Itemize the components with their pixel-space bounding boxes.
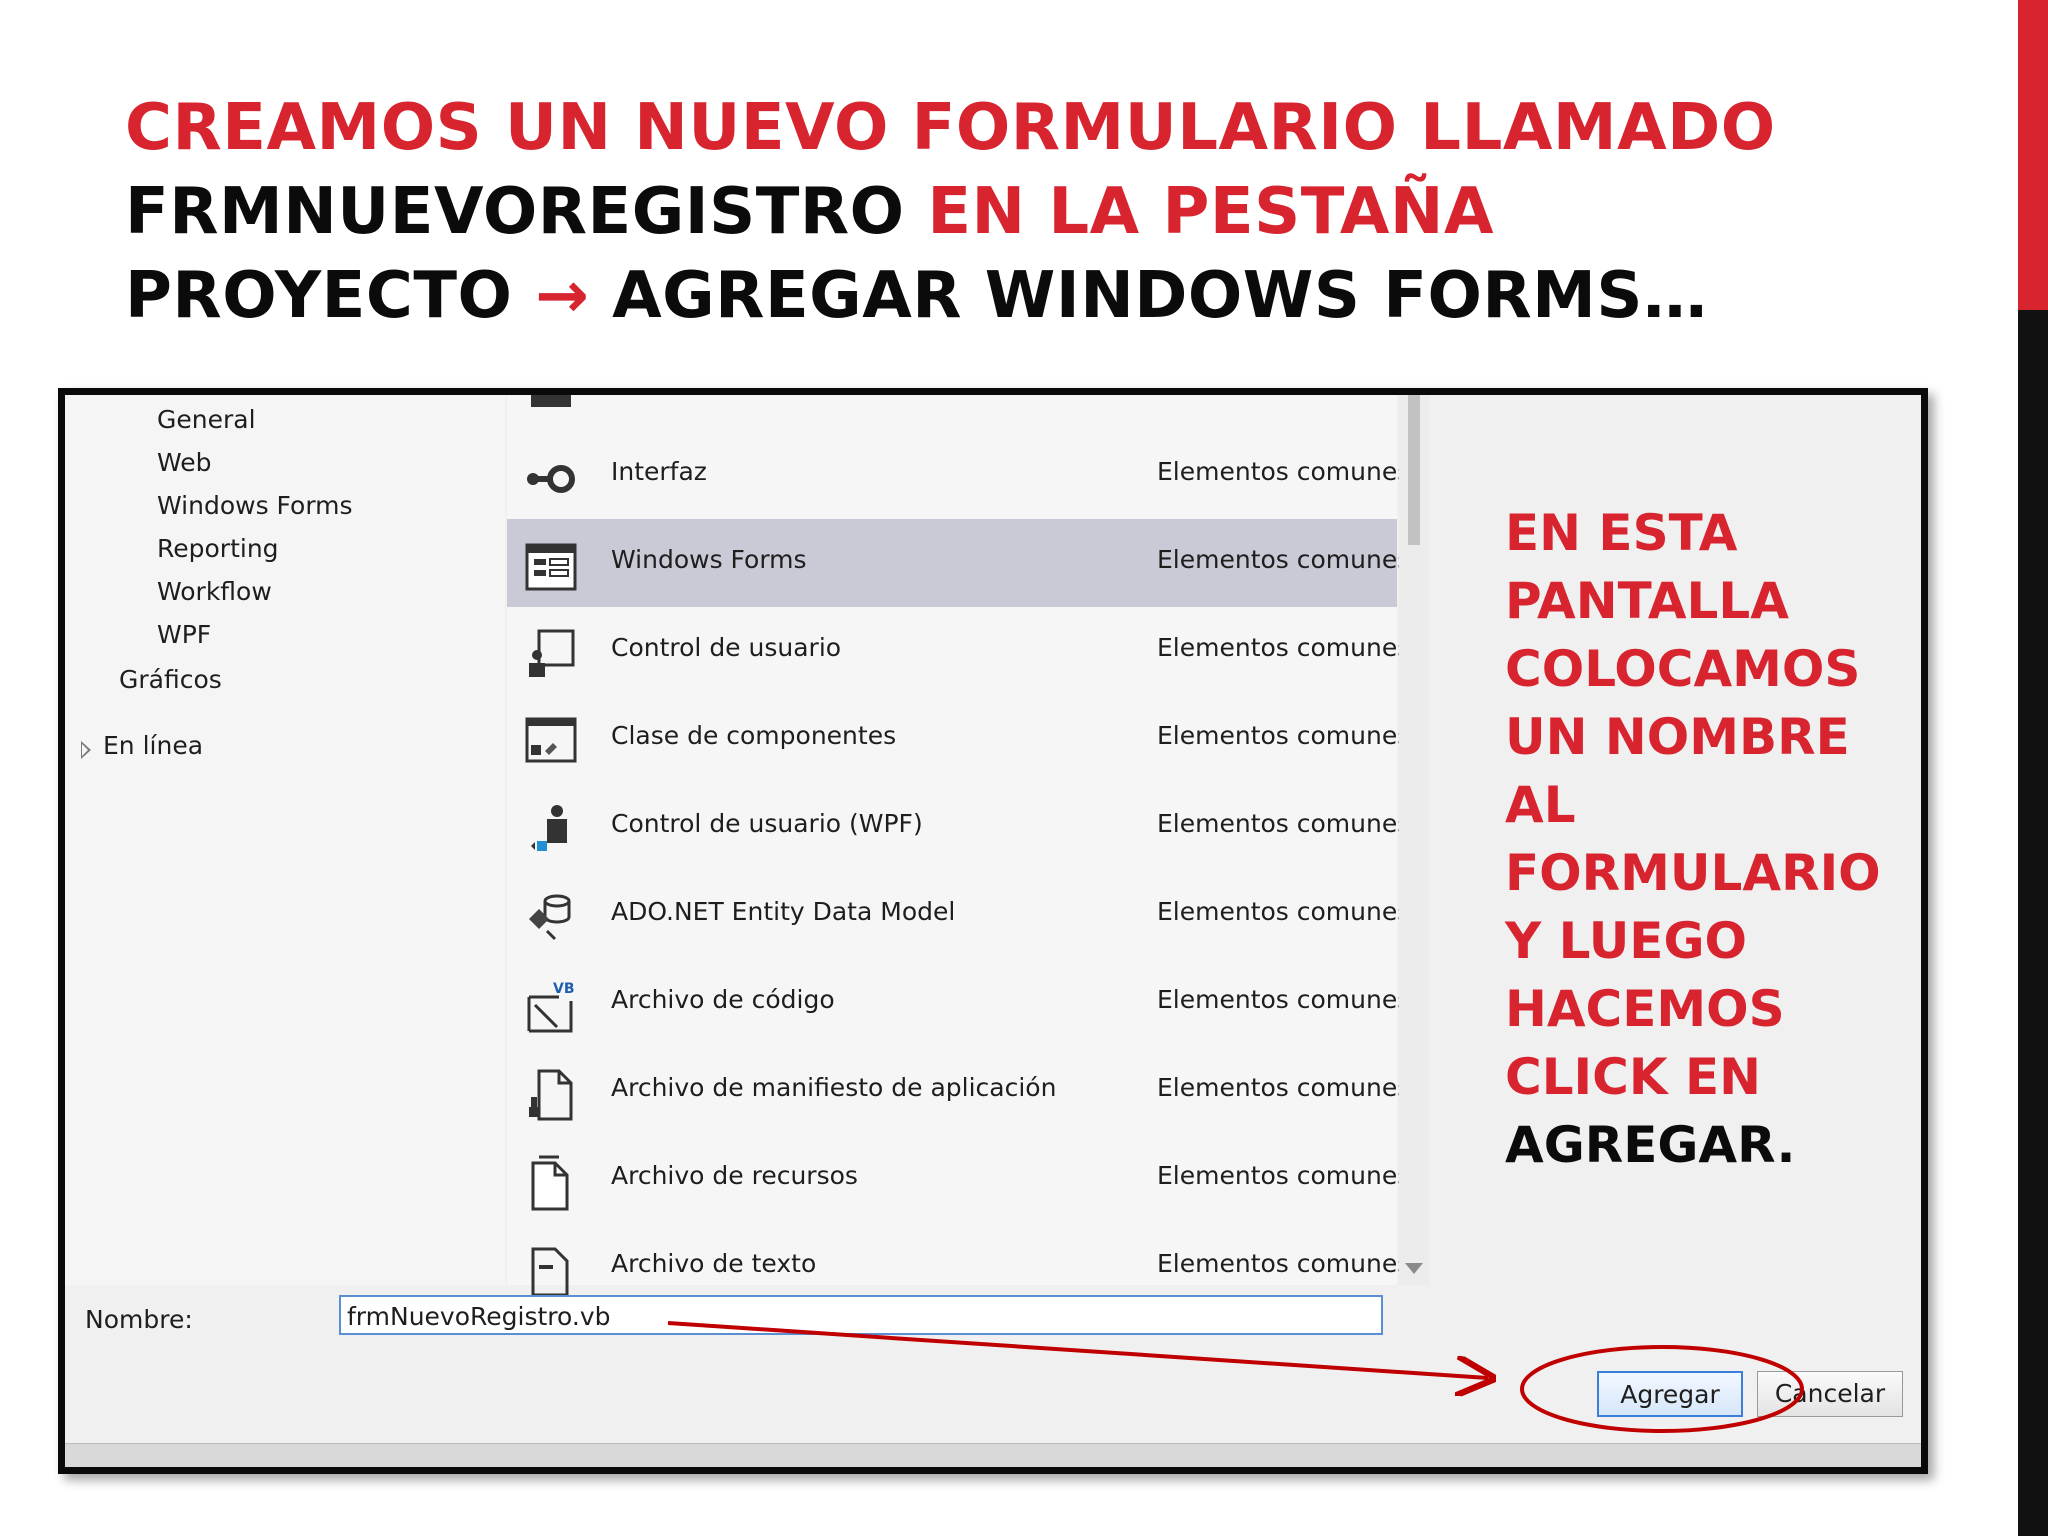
annotation-arrow (667, 1321, 1488, 1378)
annotation-overlay (667, 1321, 1804, 1433)
annotation-circle (1520, 1345, 1804, 1433)
